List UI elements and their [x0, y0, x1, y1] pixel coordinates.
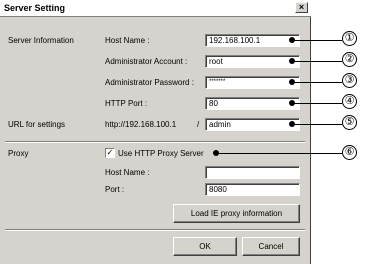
use-proxy-checkbox[interactable]: ✓ [105, 148, 115, 158]
callout-line [294, 124, 342, 125]
proxy-label: Proxy [8, 149, 29, 158]
proxy-host-name-label: Host Name : [105, 168, 150, 177]
callout-4-icon: ④ [342, 94, 357, 109]
url-path-field[interactable]: admin [205, 118, 300, 131]
callout-line [294, 40, 342, 41]
administrator-account-label: Administrator Account : [105, 57, 188, 66]
administrator-account-field[interactable]: root [205, 55, 300, 68]
server-information-label: Server Information [8, 36, 74, 45]
administrator-password-label: Administrator Password : [105, 78, 194, 87]
callout-line [294, 103, 342, 104]
callout-6-icon: ⑥ [342, 145, 357, 160]
proxy-port-label: Port : [105, 185, 125, 194]
separator [5, 229, 305, 231]
proxy-port-field[interactable]: 8080 [205, 183, 300, 196]
http-port-field[interactable]: 80 [205, 97, 300, 110]
host-name-field[interactable]: 192.168.100.1 [205, 34, 300, 47]
use-proxy-label: Use HTTP Proxy Server [118, 149, 204, 158]
separator [5, 141, 305, 143]
load-ie-proxy-button[interactable]: Load IE proxy information [173, 204, 300, 223]
ok-button[interactable]: OK [173, 237, 237, 256]
host-name-label: Host Name : [105, 36, 150, 45]
callout-2-icon: ② [342, 52, 357, 67]
callout-1-icon: ① [342, 31, 357, 46]
close-button[interactable]: × [295, 2, 308, 13]
callout-5-icon: ⑤ [342, 115, 357, 130]
callout-line [294, 82, 342, 83]
administrator-password-field[interactable]: ******* [205, 76, 300, 89]
url-slash: / [197, 120, 200, 129]
callout-line [218, 153, 342, 154]
proxy-host-name-field[interactable] [205, 166, 300, 179]
callout-3-icon: ③ [342, 73, 357, 88]
callout-line [294, 61, 342, 62]
url-for-settings-label: URL for settings [8, 120, 66, 129]
url-prefix: http://192.168.100.1 [105, 120, 177, 129]
close-icon: × [298, 2, 305, 12]
dialog-title: Server Setting [4, 3, 66, 13]
checkmark-icon: ✓ [106, 148, 114, 157]
title-bar: Server Setting × [0, 0, 311, 17]
cancel-button[interactable]: Cancel [242, 237, 300, 256]
server-setting-dialog: Server Setting × Server Information Host… [0, 0, 311, 264]
http-port-label: HTTP Port : [105, 99, 148, 108]
